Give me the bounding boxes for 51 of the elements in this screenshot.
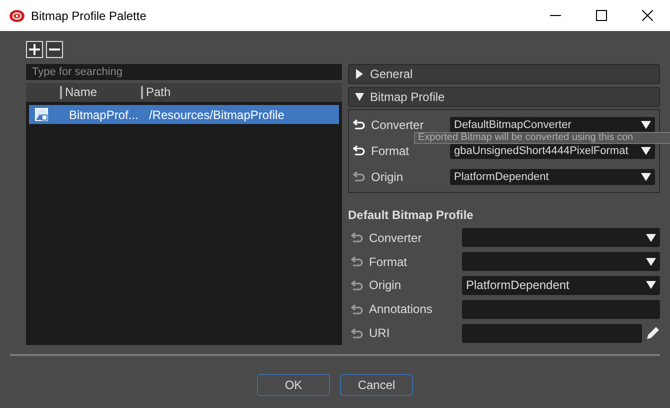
table-cell-text: BitmapProf...	[69, 108, 140, 122]
table-cell: /Resources/BitmapProfile	[149, 108, 284, 122]
add-button[interactable]	[26, 41, 43, 58]
dropdown-arrow-icon[interactable]	[641, 172, 651, 181]
section-title: General	[370, 66, 413, 81]
field-value: DefaultBitmapConverter	[454, 118, 572, 131]
dropdown-field[interactable]: PlatformDependent	[462, 276, 660, 295]
property-label: Converter	[371, 118, 425, 132]
ok-button[interactable]: OK	[257, 374, 330, 396]
field-value: PlatformDependent	[466, 278, 570, 292]
list-row[interactable]: BitmapProf... /Resources/BitmapProfile	[29, 105, 339, 124]
dropdown-arrow-icon[interactable]	[646, 234, 656, 242]
dropdown-field[interactable]	[462, 252, 660, 272]
property-label: Converter	[369, 230, 423, 245]
property-label: Format	[371, 144, 410, 158]
section-title: Default Bitmap Profile	[348, 208, 474, 222]
remove-button[interactable]	[46, 41, 63, 58]
maximize-icon	[596, 10, 606, 21]
field-value: PlatformDependent	[454, 170, 549, 183]
pencil-icon[interactable]	[646, 326, 660, 340]
search-field[interactable]: Type for searching	[26, 64, 342, 80]
text-field[interactable]	[462, 300, 660, 319]
window-title: Bitmap Profile Palette	[31, 8, 148, 22]
close-icon	[642, 10, 652, 21]
property-label: URI	[369, 326, 391, 340]
app-icon	[9, 8, 25, 22]
property-label: Annotations	[369, 302, 434, 316]
dropdown-field[interactable]	[462, 228, 660, 248]
field-value: gbaUnsignedShort4444PixelFormat	[454, 144, 628, 157]
image-file-icon	[35, 108, 48, 121]
section-header[interactable]: Bitmap Profile	[348, 86, 660, 107]
minimize-icon	[550, 15, 560, 16]
dropdown-field[interactable]: DefaultBitmapConverter	[450, 116, 655, 133]
expand-arrow-icon	[355, 68, 364, 79]
property-label: Origin	[371, 170, 404, 184]
section-header[interactable]: General	[348, 64, 660, 84]
section-title: Bitmap Profile	[370, 90, 445, 104]
column-header[interactable]: Path	[141, 86, 332, 99]
plus-icon	[29, 44, 40, 55]
property-label: Origin	[369, 278, 402, 292]
property-label: Format	[369, 254, 408, 269]
collapse-arrow-icon	[355, 92, 364, 102]
uri-field[interactable]	[462, 324, 642, 343]
tooltip: Exported Bitmap will be converted using this con	[414, 132, 670, 144]
column-header[interactable]: Name	[60, 86, 141, 99]
dropdown-arrow-icon[interactable]	[641, 146, 651, 155]
dropdown-field[interactable]: PlatformDependent	[450, 168, 655, 185]
dropdown-arrow-icon[interactable]	[646, 258, 656, 266]
dropdown-arrow-icon[interactable]	[646, 281, 656, 290]
cancel-button[interactable]: Cancel	[340, 374, 413, 396]
dropdown-arrow-icon[interactable]	[641, 120, 651, 129]
